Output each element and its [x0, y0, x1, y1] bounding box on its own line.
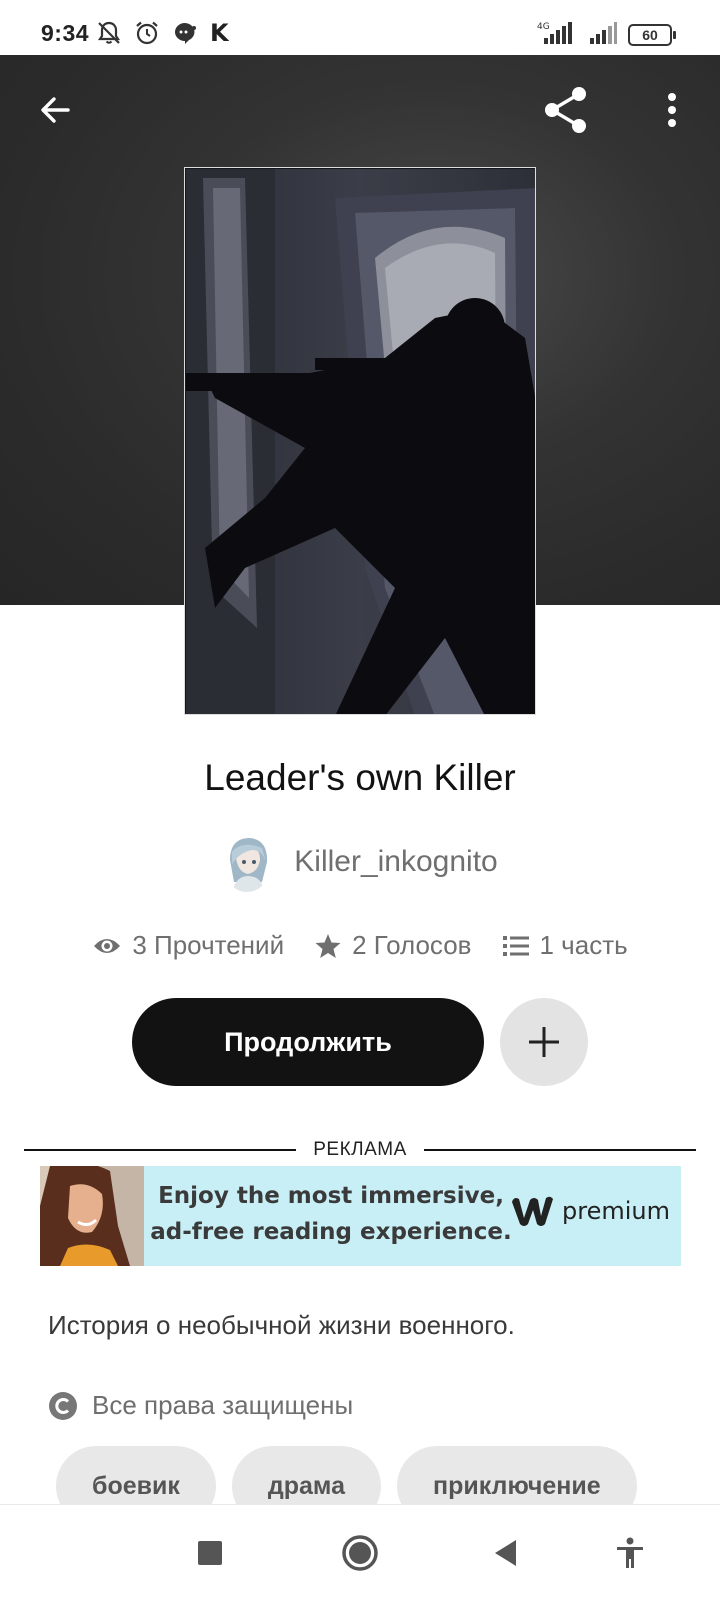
avatar[interactable]: [222, 832, 273, 892]
share-icon: [545, 87, 586, 133]
divider-line-right: [424, 1149, 696, 1151]
ad-line-1: Enjoy the most immersive,: [158, 1183, 504, 1209]
list-icon: [502, 935, 529, 956]
status-bar: 9:34 K 4G 60: [0, 0, 720, 55]
ad-photo: [40, 1166, 144, 1266]
signal-4g-icon: 4G: [537, 22, 572, 44]
story-title: Leader's own Killer: [204, 757, 516, 798]
system-navigation-bar: [0, 1504, 720, 1600]
home-circle-icon: [342, 1535, 378, 1571]
signal-icon: [590, 22, 617, 44]
story-description: История о необычной жизни военного.: [48, 1310, 515, 1340]
svg-text:4G: 4G: [537, 22, 550, 32]
stat-reads: 3 Прочтений: [92, 930, 284, 961]
accessibility-button[interactable]: [608, 1531, 652, 1575]
ad-banner[interactable]: Enjoy the most immersive, ad-free readin…: [40, 1166, 681, 1266]
author-avatar-image: [222, 832, 273, 892]
arrow-left-icon: [41, 97, 70, 123]
story-stats: 3 Прочтений 2 Голосов 1 часть: [0, 930, 720, 961]
status-right: 4G 60: [534, 20, 676, 46]
stat-votes: 2 Голосов: [314, 930, 472, 961]
notifications-off-icon: [97, 21, 121, 44]
plus-icon: [529, 1027, 559, 1057]
back-triangle-icon: [495, 1540, 516, 1566]
alarm-icon: [136, 21, 158, 45]
recent-apps-button[interactable]: [188, 1531, 232, 1575]
eye-icon: [94, 938, 121, 953]
more-vertical-icon: [668, 93, 676, 127]
author-name[interactable]: Killer_inkognito: [294, 845, 497, 879]
back-button[interactable]: [26, 80, 86, 140]
wattpad-w-icon: [512, 1196, 553, 1226]
system-back-button[interactable]: [484, 1531, 528, 1575]
share-button[interactable]: [537, 80, 597, 140]
battery-icon: 60: [628, 24, 676, 46]
copyright-text: Все права защищены: [92, 1390, 354, 1420]
more-options-button[interactable]: [642, 80, 702, 140]
home-button[interactable]: [338, 1531, 382, 1575]
ad-brand-text: premium: [562, 1197, 670, 1225]
ad-headline: Enjoy the most immersive, ad-free readin…: [146, 1178, 516, 1250]
star-icon: [315, 933, 341, 958]
copyright-notice: Все права защищены: [48, 1390, 353, 1421]
status-icons: K: [96, 18, 229, 48]
k-app-icon: K: [210, 19, 229, 47]
stat-parts: 1 часть: [502, 930, 628, 961]
add-to-library-button[interactable]: [500, 998, 588, 1086]
chat-bubble-icon: [174, 23, 196, 44]
cover-artwork: [185, 168, 535, 714]
copyright-icon: [49, 1391, 77, 1420]
ad-brand: premium: [508, 1194, 670, 1228]
ad-line-2: ad-free reading experience.: [150, 1219, 512, 1245]
status-time: 9:34: [41, 20, 90, 46]
continue-reading-button[interactable]: Продолжить: [132, 998, 484, 1086]
ad-divider: РЕКЛАМА: [24, 1135, 696, 1165]
parts-count: 1 часть: [539, 930, 628, 960]
battery-level: 60: [642, 27, 658, 43]
reads-count: 3 Прочтений: [132, 930, 285, 960]
votes-count: 2 Голосов: [352, 930, 472, 960]
accessibility-icon: [617, 1537, 643, 1568]
square-icon: [198, 1541, 222, 1565]
author-link[interactable]: Killer_inkognito: [0, 832, 720, 892]
story-cover-image[interactable]: [184, 167, 536, 715]
